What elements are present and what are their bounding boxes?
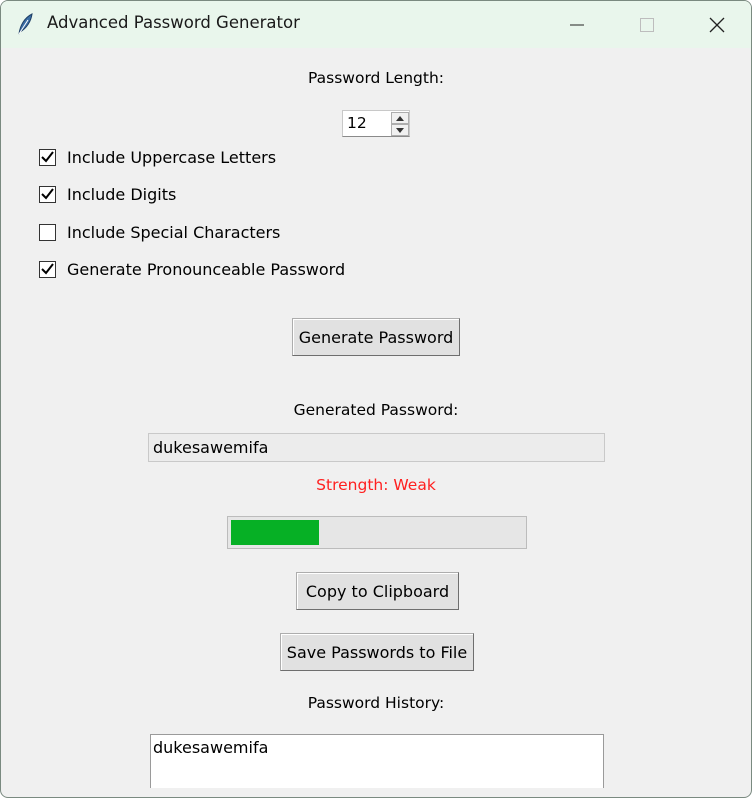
generated-password-value[interactable]: dukesawemifa <box>153 438 268 457</box>
generate-password-button[interactable]: Generate Password <box>292 318 460 356</box>
feather-icon <box>15 12 35 36</box>
maximize-button[interactable] <box>612 1 682 48</box>
pronounceable-label: Generate Pronounceable Password <box>67 259 346 279</box>
close-icon <box>709 17 725 32</box>
checkmark-icon <box>41 263 54 275</box>
special-characters-checkbox[interactable] <box>39 223 56 241</box>
history-item[interactable]: dukesawemifa <box>153 738 268 757</box>
spin-arrows[interactable] <box>391 112 409 136</box>
copy-to-clipboard-button[interactable]: Copy to Clipboard <box>296 572 459 610</box>
generated-password-label: Generated Password: <box>293 401 459 419</box>
digits-checkbox[interactable] <box>39 185 56 203</box>
uppercase-checkbox[interactable] <box>39 148 56 166</box>
close-button[interactable] <box>682 1 751 48</box>
strength-progress-fill <box>231 520 319 545</box>
maximize-icon <box>640 17 654 32</box>
minimize-icon <box>570 24 584 25</box>
digits-label: Include Digits <box>67 184 177 204</box>
password-history-label: Password History: <box>307 694 445 712</box>
uppercase-label: Include Uppercase Letters <box>67 147 277 167</box>
spin-down-button[interactable] <box>391 124 409 136</box>
arrow-down-icon <box>396 127 404 133</box>
title-bar[interactable]: Advanced Password Generator <box>1 1 751 48</box>
strength-label: Strength: Weak <box>316 476 436 494</box>
password-history-list[interactable]: dukesawemifa <box>150 734 604 788</box>
save-passwords-button[interactable]: Save Passwords to File <box>280 633 474 671</box>
strength-progress-bar <box>227 516 527 549</box>
special-characters-label: Include Special Characters <box>67 222 281 242</box>
generated-password-field[interactable]: dukesawemifa <box>148 433 605 462</box>
password-length-label: Password Length: <box>307 69 444 87</box>
checkmark-icon <box>41 188 54 200</box>
spin-up-button[interactable] <box>391 112 409 124</box>
arrow-up-icon <box>396 115 404 121</box>
password-length-value[interactable]: 12 <box>347 114 367 132</box>
option-special-characters[interactable]: Include Special Characters <box>39 221 280 243</box>
password-length-spinbox[interactable]: 12 <box>342 110 410 137</box>
pronounceable-checkbox[interactable] <box>39 260 56 278</box>
option-digits[interactable]: Include Digits <box>39 183 176 205</box>
window-title: Advanced Password Generator <box>47 13 300 32</box>
option-uppercase[interactable]: Include Uppercase Letters <box>39 146 276 168</box>
minimize-button[interactable] <box>542 1 612 48</box>
checkmark-icon <box>41 151 54 163</box>
option-pronounceable[interactable]: Generate Pronounceable Password <box>39 258 345 280</box>
app-window: Advanced Password Generator Password Len… <box>0 0 752 798</box>
